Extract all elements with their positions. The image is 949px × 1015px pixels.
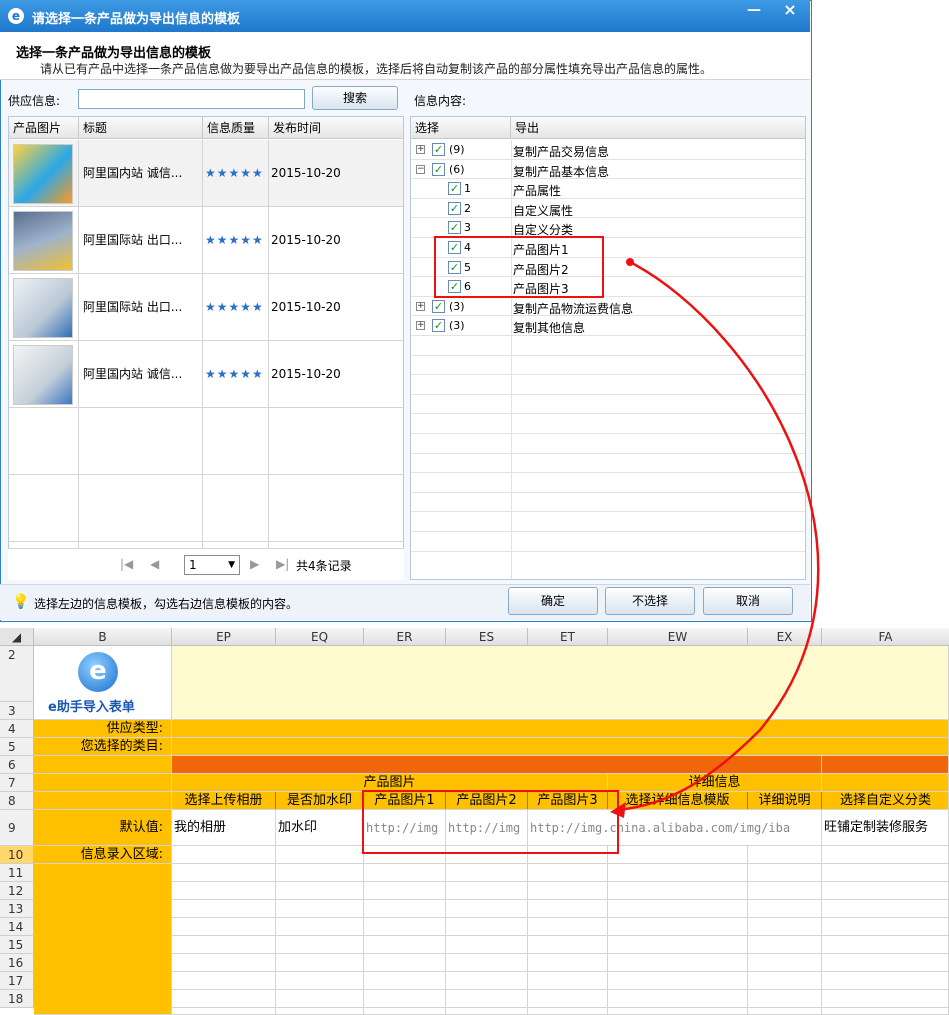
arrow-curve: [617, 260, 820, 812]
arrow-head-icon: [610, 802, 626, 818]
red-arrow-annotation: [610, 258, 820, 818]
